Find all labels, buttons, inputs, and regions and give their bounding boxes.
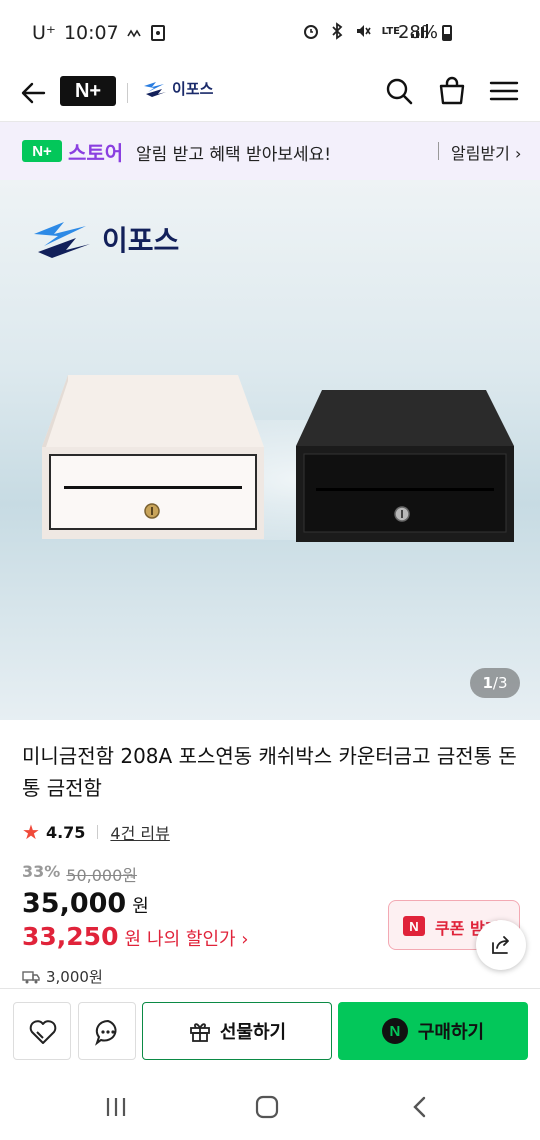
buy-button[interactable]: N 구매하기: [338, 1002, 528, 1060]
gift-button[interactable]: 선물하기: [142, 1002, 332, 1060]
my-discount-price[interactable]: 33,250 원 나의 할인가 ›: [22, 922, 249, 951]
wishlist-button[interactable]: [13, 1002, 71, 1060]
discount-row: 33% 50,000원: [22, 862, 137, 886]
sale-price: 35,000 원: [22, 888, 149, 919]
image-pager: 1/3: [470, 668, 520, 698]
epos-logo-icon: [144, 81, 166, 97]
naver-plus-badge: N+: [22, 140, 62, 162]
wifi-calling-icon: [127, 29, 141, 38]
my-price-label: 나의 할인가 ›: [147, 929, 249, 950]
pager-total: /3: [492, 674, 508, 692]
status-bar: U⁺ 10:07 LTE 28%: [0, 0, 540, 66]
rating-row: ★ 4.75 4건 리뷰: [22, 820, 170, 844]
star-icon: ★: [22, 820, 40, 844]
share-button[interactable]: [476, 920, 526, 970]
chat-icon: [95, 1019, 117, 1046]
naver-plus-logo[interactable]: N+: [60, 76, 116, 106]
recent-apps-icon[interactable]: [96, 1092, 136, 1122]
store-notification-banner: N+ 스토어 알림 받고 혜택 받아보세요! 알림받기 ›: [0, 122, 540, 180]
gift-icon: [189, 1023, 210, 1042]
my-price-unit: 원: [124, 929, 142, 950]
clock: 10:07: [63, 22, 119, 44]
epos-logo-mark-icon: [34, 222, 90, 258]
notification-icon: [150, 25, 165, 41]
header-divider: [127, 83, 128, 103]
store-label: 스토어: [68, 141, 124, 165]
purchase-action-bar: 선물하기 N 구매하기: [0, 988, 540, 1074]
my-price-value: 33,250: [22, 922, 119, 951]
menu-icon[interactable]: [487, 74, 521, 108]
inquiry-button[interactable]: [78, 1002, 136, 1060]
shipping-fee-value: 3,000원: [46, 968, 103, 986]
rating-divider: [97, 825, 99, 839]
battery-icon: [442, 25, 452, 41]
mute-icon: [356, 25, 371, 37]
original-price: 50,000원: [66, 866, 138, 885]
status-left: U⁺ 10:07: [32, 22, 165, 44]
share-icon: [492, 936, 509, 954]
gift-label: 선물하기: [219, 1022, 287, 1043]
naver-pay-icon: N: [381, 1018, 408, 1044]
top-header: N+ 이포스: [0, 66, 540, 122]
battery-percent: 28%: [397, 22, 438, 43]
truck-icon: [22, 970, 40, 983]
nplus-text: N+: [74, 79, 102, 102]
banner-message: 알림 받고 혜택 받아보세요!: [136, 145, 332, 165]
heart-icon: [29, 1020, 57, 1044]
buy-label: 구매하기: [417, 1022, 485, 1043]
brand-name: 이포스: [172, 80, 214, 98]
product-title: 미니금전함 208A 포스연동 캐쉬박스 카운터금고 금전통 돈통 금전함: [22, 744, 517, 800]
store-brand-link[interactable]: 이포스: [142, 78, 213, 99]
bluetooth-icon: [331, 22, 342, 40]
alarm-icon: [303, 25, 318, 39]
discount-rate: 33%: [22, 862, 61, 881]
notify-button[interactable]: 알림받기 ›: [451, 140, 521, 164]
product-image-carousel[interactable]: 이포스 1/3: [0, 180, 540, 720]
pager-current: 1: [482, 674, 493, 692]
rating-score: 4.75: [45, 822, 86, 842]
back-nav-icon[interactable]: [399, 1092, 439, 1122]
home-icon[interactable]: [247, 1092, 287, 1122]
back-arrow-icon[interactable]: [18, 76, 48, 110]
system-navigation-bar: [0, 1076, 540, 1140]
search-icon[interactable]: [382, 74, 416, 108]
shipping-fee: 3,000원: [22, 966, 103, 987]
banner-divider: [438, 142, 439, 160]
black-cash-drawer-image: [296, 390, 514, 542]
carrier-label: U⁺: [32, 22, 56, 44]
coupon-n-icon: N: [403, 916, 425, 936]
white-cash-drawer-image: [42, 375, 264, 539]
store-badge-text: N+: [32, 142, 52, 160]
hero-logo-text: 이포스: [102, 224, 180, 257]
sale-price-value: 35,000: [22, 888, 127, 919]
cart-icon[interactable]: [435, 74, 469, 108]
sale-price-unit: 원: [132, 896, 149, 917]
review-count-link[interactable]: 4건 리뷰: [110, 820, 169, 844]
hero-brand-logo: 이포스: [30, 218, 179, 260]
